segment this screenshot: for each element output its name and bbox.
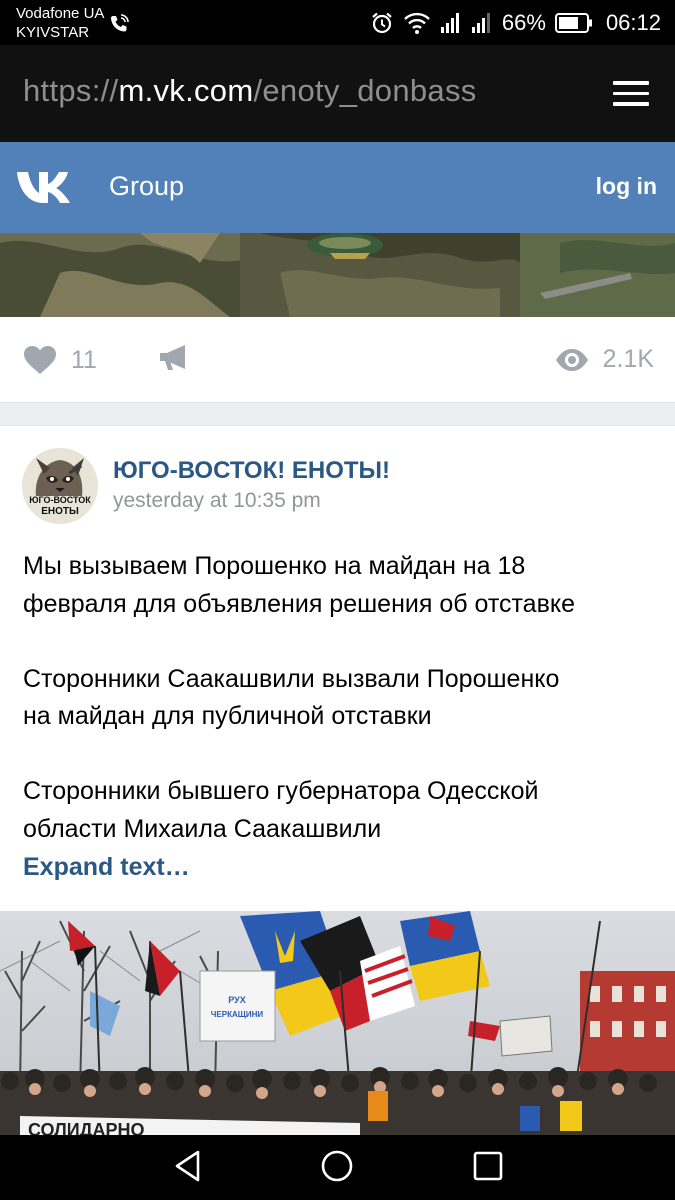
carrier-name-secondary: KYIVSTAR (16, 24, 90, 41)
avatar-label-line2: ЕНОТЫ (41, 506, 79, 517)
android-nav-bar (0, 1135, 675, 1200)
signal-icon (440, 13, 459, 33)
view-count-value: 2.1K (602, 345, 654, 373)
post-text: Мы вызываем Порошенко на майдан на 18 фе… (23, 548, 655, 848)
status-indicators: 66% 06:12 (370, 9, 661, 37)
vk-logo[interactable] (15, 168, 75, 206)
carrier-name-primary: Vodafone UA (16, 5, 105, 22)
wifi-icon (404, 12, 430, 34)
browser-toolbar: https://m.vk.com/enoty_donbass (0, 45, 675, 142)
battery-percent: 66% (501, 10, 546, 35)
post-photo[interactable]: РУХ ЧЕРКАЩИНИ СОЛИДАРНО (0, 911, 675, 1135)
post-text-line: Сторонники Саакашвили вызвали Порошенко (23, 664, 560, 693)
alarm-icon (372, 12, 392, 34)
page-title: Group (109, 171, 185, 201)
hamburger-menu-icon[interactable] (613, 81, 649, 107)
camouflage-image (0, 233, 675, 317)
post-timestamp[interactable]: yesterday at 10:35 pm (113, 489, 321, 513)
heart-icon (24, 346, 56, 374)
address-bar[interactable]: https://m.vk.com/enoty_donbass (23, 73, 477, 109)
svg-text:РУХ: РУХ (228, 995, 246, 1005)
recent-apps-icon[interactable] (472, 1149, 504, 1183)
post-text-line: Мы вызываем Порошенко на майдан на 18 (23, 552, 526, 580)
carrier-info: Vodafone UA KYIVSTAR (16, 4, 104, 42)
status-bar: Vodafone UA KYIVSTAR 66% 06:12 (0, 0, 675, 45)
share-button[interactable] (158, 343, 190, 378)
avatar[interactable]: ЮГО-ВОСТОК ЕНОТЫ (22, 448, 98, 524)
url-scheme: https:// (23, 73, 119, 108)
avatar-label-line1: ЮГО-ВОСТОК (29, 495, 91, 505)
rally-photo: РУХ ЧЕРКАЩИНИ СОЛИДАРНО (0, 911, 675, 1135)
wifi-call-icon (111, 14, 129, 32)
post-author-link[interactable]: ЮГО-ВОСТОК! ЕНОТЫ! (113, 457, 390, 485)
view-count: 2.1K (555, 345, 654, 374)
post-text-line: на майдан для публичной отставки (23, 702, 432, 730)
wall-post: ЮГО-ВОСТОК ЕНОТЫ ЮГО-ВОСТОК! ЕНОТЫ! yest… (0, 425, 675, 1135)
like-button[interactable]: 11 (23, 345, 97, 375)
raccoon-avatar-image: ЮГО-ВОСТОК ЕНОТЫ (22, 448, 98, 524)
like-count: 11 (71, 345, 97, 374)
megaphone-icon (160, 345, 185, 370)
clock: 06:12 (605, 10, 661, 35)
previous-post-actions: 11 2.1K (0, 317, 675, 403)
post-text-line: февраля для объявления решения об отстав… (23, 589, 575, 618)
photo-banner-text: СОЛИДАРНО (28, 1120, 145, 1135)
post-text-line: Сторонники бывшего губернатора Одесской (23, 777, 539, 805)
vk-header: Group log in (0, 142, 675, 233)
eye-icon (555, 348, 588, 371)
svg-text:ЧЕРКАЩИНИ: ЧЕРКАЩИНИ (211, 1010, 264, 1019)
login-button[interactable]: log in (596, 173, 657, 200)
url-host: m.vk.com (118, 73, 254, 108)
previous-post-photo[interactable] (0, 233, 675, 317)
post-text-line: области Михаила Саакашвили (23, 814, 382, 843)
battery-icon (554, 13, 592, 33)
home-icon[interactable] (320, 1149, 354, 1183)
back-icon[interactable] (172, 1149, 204, 1183)
expand-text-link[interactable]: Expand text… (23, 853, 190, 882)
signal-icon (471, 13, 490, 33)
url-path: /enoty_donbass (253, 73, 477, 108)
